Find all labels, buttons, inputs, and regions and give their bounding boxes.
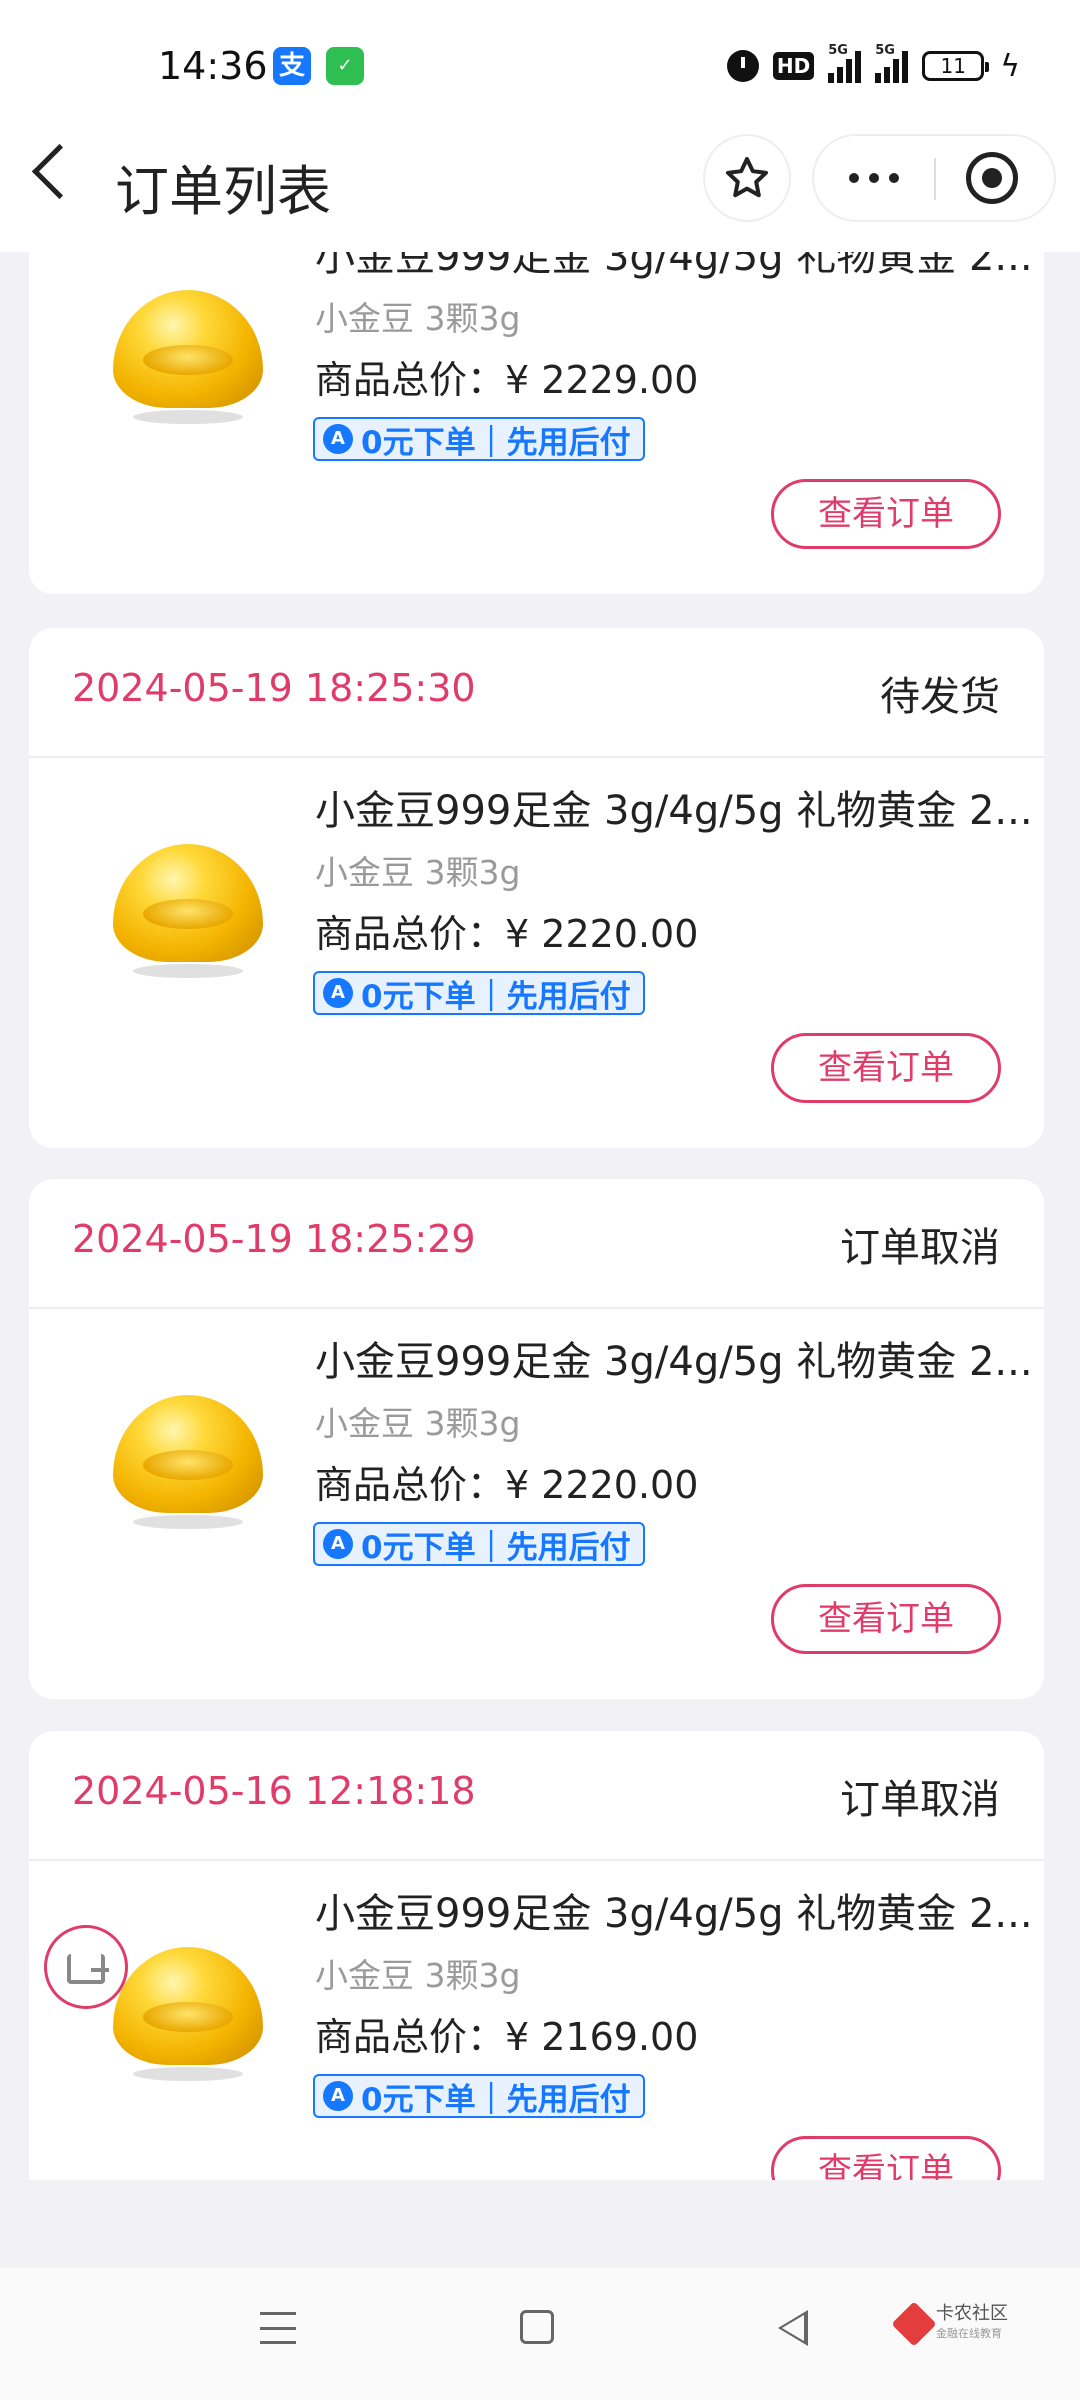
order-status: 待发货 (880, 674, 1000, 720)
home-icon[interactable] (520, 2310, 554, 2344)
pay-later-text: 0元下单｜先用后付 (361, 424, 631, 461)
pay-later-text: 0元下单｜先用后付 (361, 2081, 631, 2118)
watermark-subtitle: 金融在线教育 (936, 2327, 1002, 2340)
order-date: 2024-05-19 18:25:30 (72, 666, 476, 710)
product-image[interactable] (113, 844, 263, 978)
recent-apps-icon[interactable] (260, 2312, 296, 2344)
favorite-button[interactable] (703, 134, 791, 222)
watermark-logo-icon (891, 2301, 937, 2347)
price-label: 商品总价： (315, 358, 506, 402)
product-name: 小金豆999足金 3g/4g/5g 礼物黄金 2... (315, 788, 1033, 834)
price-value: ¥ 2229.00 (505, 358, 699, 402)
product-name: 小金豆999足金 3g/4g/5g 礼物黄金 2... (315, 252, 1033, 280)
hd-icon: HD (772, 52, 815, 80)
game-app-icon: ✓ (326, 47, 364, 85)
status-indicators: HD 5G 5G 11 ϟ (726, 43, 1020, 88)
product-name: 小金豆999足金 3g/4g/5g 礼物黄金 2... (315, 1891, 1033, 1937)
pay-later-badge-icon: A (323, 424, 353, 454)
order-card: 小金豆999足金 3g/4g/5g 礼物黄金 2... 小金豆 3颗3g 商品总… (29, 252, 1044, 594)
product-name: 小金豆999足金 3g/4g/5g 礼物黄金 2... (315, 1339, 1033, 1385)
order-card-header: 2024-05-19 18:25:30 待发货 (29, 628, 1044, 758)
signal-icon: 5G (828, 43, 862, 83)
price-value: ¥ 2220.00 (505, 1463, 699, 1507)
order-card: 2024-05-19 18:25:30 待发货 小金豆999足金 3g/4g/5… (29, 628, 1044, 1148)
more-button[interactable] (814, 136, 934, 220)
pay-later-tag: A 0元下单｜先用后付 (313, 2074, 645, 2118)
back-triangle-icon[interactable] (778, 2310, 808, 2346)
price-label: 商品总价： (315, 912, 506, 956)
price-value: ¥ 2220.00 (505, 912, 699, 956)
product-spec: 小金豆 3颗3g (315, 299, 521, 338)
pay-later-tag: A 0元下单｜先用后付 (313, 1522, 645, 1566)
price-value: ¥ 2169.00 (505, 2015, 699, 2059)
mini-program-capsule (812, 134, 1056, 222)
order-date: 2024-05-19 18:25:29 (72, 1217, 476, 1261)
order-card-body[interactable]: 小金豆999足金 3g/4g/5g 礼物黄金 2... 小金豆 3颗3g 商品总… (29, 758, 1044, 1148)
pay-later-tag: A 0元下单｜先用后付 (313, 971, 645, 1015)
product-spec: 小金豆 3颗3g (315, 1956, 521, 1995)
pay-later-badge-icon: A (323, 2081, 353, 2111)
pay-later-badge-icon: A (323, 1529, 353, 1559)
watermark-title: 卡农社区 (936, 2303, 1008, 2324)
close-mini-program-icon[interactable] (966, 152, 1018, 204)
product-spec: 小金豆 3颗3g (315, 853, 521, 892)
pay-later-badge-icon: A (323, 978, 353, 1008)
order-card-header: 2024-05-16 12:18:18 订单取消 (29, 1731, 1044, 1861)
order-card-body[interactable]: 小金豆999足金 3g/4g/5g 礼物黄金 2... 小金豆 3颗3g 商品总… (29, 1309, 1044, 1699)
status-time: 14:36 (158, 44, 268, 88)
product-image[interactable] (113, 1395, 263, 1529)
view-order-button[interactable]: 查看订单 (771, 1033, 1001, 1103)
product-price: 商品总价：¥ 2229.00 (315, 349, 698, 404)
order-status: 订单取消 (840, 1777, 1000, 1823)
product-price: 商品总价：¥ 2220.00 (315, 903, 698, 958)
alipay-icon: 支 (273, 47, 311, 85)
alarm-icon (726, 50, 759, 82)
order-status: 订单取消 (840, 1225, 1000, 1271)
capsule-divider (934, 158, 936, 200)
pay-later-text: 0元下单｜先用后付 (361, 978, 631, 1015)
status-bar: 14:36 支 ✓ HD 5G 5G 11 ϟ (0, 0, 1080, 130)
product-image[interactable] (113, 1947, 263, 2081)
product-price: 商品总价：¥ 2169.00 (315, 2006, 698, 2061)
order-list[interactable]: 小金豆999足金 3g/4g/5g 礼物黄金 2... 小金豆 3颗3g 商品总… (0, 252, 1080, 2180)
floating-home-button[interactable] (44, 1925, 128, 2009)
product-price: 商品总价：¥ 2220.00 (315, 1454, 698, 1509)
order-card-body[interactable]: 小金豆999足金 3g/4g/5g 礼物黄金 2... 小金豆 3颗3g 商品总… (29, 252, 1044, 594)
view-order-button[interactable]: 查看订单 (771, 1584, 1001, 1654)
pay-later-text: 0元下单｜先用后付 (361, 1529, 631, 1566)
pay-later-tag: A 0元下单｜先用后付 (313, 417, 645, 461)
price-label: 商品总价： (315, 1463, 506, 1507)
price-label: 商品总价： (315, 2015, 506, 2059)
order-card: 2024-05-19 18:25:29 订单取消 小金豆999足金 3g/4g/… (29, 1179, 1044, 1699)
product-spec: 小金豆 3颗3g (315, 1404, 521, 1443)
watermark: 卡农社区 金融在线教育 (891, 2301, 1008, 2347)
product-image[interactable] (113, 290, 263, 424)
star-icon (726, 157, 768, 198)
order-card-header: 2024-05-19 18:25:29 订单取消 (29, 1179, 1044, 1309)
order-card-body[interactable]: 小金豆999足金 3g/4g/5g 礼物黄金 2... 小金豆 3颗3g 商品总… (29, 1861, 1044, 2180)
order-card: 2024-05-16 12:18:18 订单取消 小金豆999足金 3g/4g/… (29, 1731, 1044, 2180)
view-order-button[interactable]: 查看订单 (771, 2136, 1001, 2180)
view-order-button[interactable]: 查看订单 (771, 479, 1001, 549)
signal-label-2: 5G (875, 43, 895, 58)
order-date: 2024-05-16 12:18:18 (72, 1769, 476, 1813)
system-nav-bar: 卡农社区 金融在线教育 (0, 2268, 1080, 2400)
battery-icon: 11 (922, 51, 990, 81)
signal-label: 5G (828, 43, 848, 58)
signal-icon-2: 5G (875, 43, 909, 83)
charging-icon: ϟ (1000, 48, 1020, 84)
page-title: 订单列表 (115, 160, 331, 223)
